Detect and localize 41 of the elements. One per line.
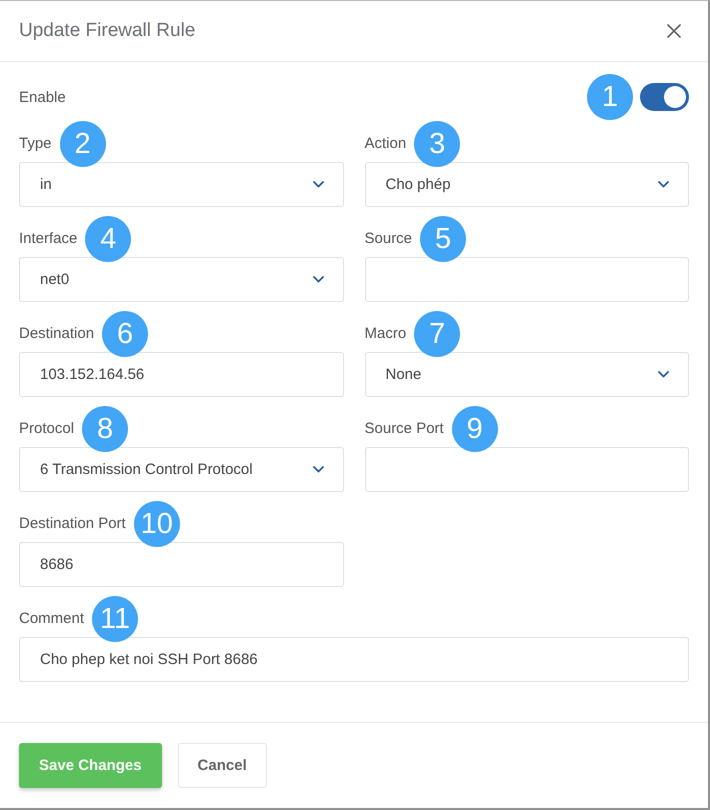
number-callout: 9 xyxy=(452,406,498,452)
enable-label: Enable xyxy=(19,88,66,106)
field-label: Destination xyxy=(19,325,94,343)
enable-toggle[interactable] xyxy=(640,83,689,111)
number-callout: 11 xyxy=(92,596,138,642)
field-label: Destination Port xyxy=(19,515,126,533)
field-label: Source Port xyxy=(364,420,444,438)
field-label: Macro xyxy=(364,325,406,343)
dropdown-field[interactable]: 6 Transmission Control Protocol xyxy=(19,447,344,492)
cancel-button[interactable]: Cancel xyxy=(178,743,267,788)
field-label: Comment xyxy=(19,610,84,628)
dropdown-field[interactable]: in xyxy=(19,162,344,207)
field-label: Interface xyxy=(19,230,78,248)
text-input[interactable]: 103.152.164.56 xyxy=(19,352,344,397)
close-icon[interactable] xyxy=(667,24,681,38)
text-input[interactable] xyxy=(364,257,689,302)
dropdown-field[interactable]: net0 xyxy=(19,257,344,302)
number-callout: 8 xyxy=(82,406,128,452)
number-callout: 4 xyxy=(85,216,132,262)
chevron-down-icon xyxy=(312,276,324,283)
chevron-down-icon xyxy=(312,181,324,188)
number-callout: 1 xyxy=(587,74,633,120)
number-callout: 6 xyxy=(102,311,148,357)
number-callout: 7 xyxy=(414,311,460,357)
chevron-down-icon xyxy=(658,181,669,188)
field-label: Source xyxy=(364,230,412,248)
dropdown-field[interactable]: Cho phép xyxy=(364,162,689,207)
chevron-down-icon xyxy=(658,371,669,378)
text-input[interactable]: 8686 xyxy=(19,542,344,587)
field-label: Action xyxy=(364,135,406,153)
text-input[interactable] xyxy=(364,447,689,492)
dialog-title: Update Firewall Rule xyxy=(19,20,196,42)
number-callout: 5 xyxy=(420,216,466,262)
field-label: Type xyxy=(19,135,52,153)
number-callout: 3 xyxy=(414,121,460,167)
chevron-down-icon xyxy=(312,466,324,473)
number-callout: 2 xyxy=(60,121,106,167)
text-input[interactable]: Cho phep ket noi SSH Port 8686 xyxy=(19,637,689,682)
number-callout: 10 xyxy=(134,501,180,547)
dropdown-field[interactable]: None xyxy=(364,352,689,397)
field-label: Protocol xyxy=(19,420,74,438)
